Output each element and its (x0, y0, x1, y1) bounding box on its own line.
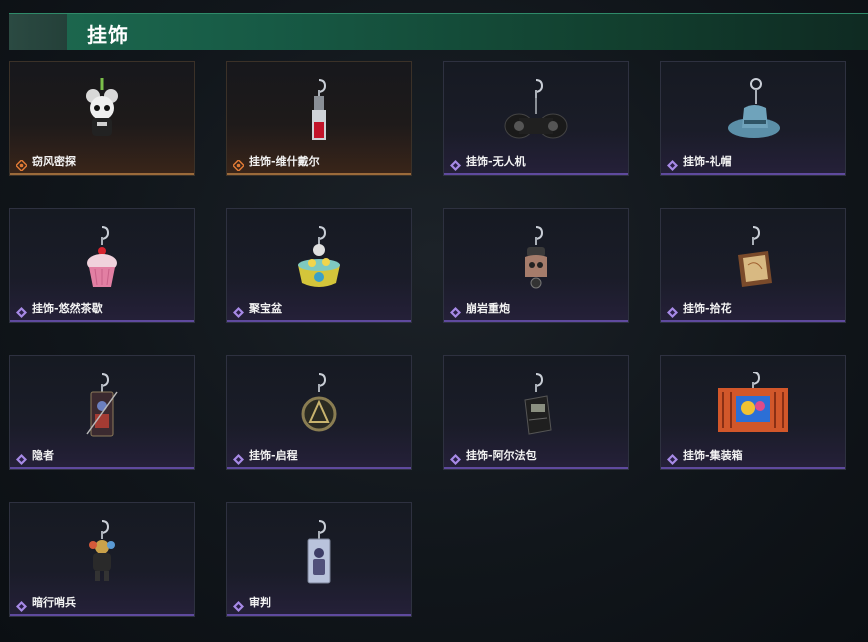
charm-card[interactable]: 挂饰-阿尔法包 (443, 355, 629, 470)
rarity-diamond-icon (233, 303, 244, 318)
rarity-diamond-icon (233, 597, 244, 612)
charm-card[interactable]: 隐者 (9, 355, 195, 470)
rarity-underline (227, 320, 411, 322)
rarity-underline (10, 467, 194, 469)
charm-label: 挂饰-拾花 (683, 302, 732, 315)
top-hat-charm-icon (708, 78, 798, 144)
charm-card[interactable]: 审判 (226, 502, 412, 617)
header-notch (9, 14, 67, 50)
rarity-underline (10, 320, 194, 322)
charm-label: 挂饰-阿尔法包 (466, 449, 537, 462)
rarity-diamond-icon (14, 156, 29, 173)
charm-label: 隐者 (32, 449, 54, 462)
cupcake-charm-icon (57, 225, 147, 291)
rarity-underline (227, 614, 411, 616)
rarity-diamond-icon (16, 303, 27, 318)
rarity-underline (10, 173, 194, 175)
charm-label: 挂饰-无人机 (466, 155, 526, 168)
charm-label: 挂饰-启程 (249, 449, 298, 462)
charm-label: 挂饰-集装箱 (683, 449, 743, 462)
charm-card[interactable]: 崩岩重炮 (443, 208, 629, 323)
charm-label: 聚宝盆 (249, 302, 282, 315)
charm-card[interactable]: 挂饰-拾花 (660, 208, 846, 323)
rarity-underline (444, 173, 628, 175)
rarity-underline (661, 173, 845, 175)
charm-card[interactable]: 挂饰-启程 (226, 355, 412, 470)
rarity-diamond-icon (667, 303, 678, 318)
charm-card[interactable]: 挂饰-维什戴尔 (226, 61, 412, 176)
section-header: 挂饰 (9, 13, 868, 50)
charm-label: 窃风密探 (32, 155, 76, 168)
red-lantern-charm-icon (274, 78, 364, 144)
rarity-underline (227, 173, 411, 175)
charm-card[interactable]: 聚宝盆 (226, 208, 412, 323)
charm-card[interactable]: 暗行哨兵 (9, 502, 195, 617)
charm-label: 挂饰-悠然茶歇 (32, 302, 103, 315)
treasure-bowl-charm-icon (274, 225, 364, 291)
charm-card[interactable]: 挂饰-礼帽 (660, 61, 846, 176)
card-tag-charm-icon (274, 519, 364, 585)
picture-frame-charm-icon (708, 225, 798, 291)
rarity-underline (661, 320, 845, 322)
tarot-card-charm-icon (57, 372, 147, 438)
rarity-underline (661, 467, 845, 469)
rarity-diamond-icon (16, 450, 27, 465)
container-charm-icon (708, 371, 798, 438)
spy-mouse-charm-icon (57, 78, 147, 144)
charm-card[interactable]: 挂饰-集装箱 (660, 355, 846, 470)
section-title: 挂饰 (87, 23, 129, 47)
charm-card[interactable]: 窃风密探 (9, 61, 195, 176)
charm-card[interactable]: 挂饰-悠然茶歇 (9, 208, 195, 323)
rarity-underline (10, 614, 194, 616)
robot-cannon-charm-icon (491, 225, 581, 291)
rarity-diamond-icon (450, 450, 461, 465)
rarity-diamond-icon (233, 450, 244, 465)
pouch-charm-icon (491, 372, 581, 438)
round-badge-charm-icon (274, 372, 364, 438)
rarity-underline (444, 467, 628, 469)
rarity-underline (227, 467, 411, 469)
rarity-underline (444, 320, 628, 322)
rarity-diamond-icon (667, 450, 678, 465)
sentinel-figure-charm-icon (57, 519, 147, 585)
drone-charm-icon (491, 78, 581, 144)
charm-label: 暗行哨兵 (32, 596, 76, 609)
charm-label: 崩岩重炮 (466, 302, 510, 315)
rarity-diamond-icon (450, 156, 461, 171)
charm-label: 审判 (249, 596, 271, 609)
charm-label: 挂饰-礼帽 (683, 155, 732, 168)
rarity-diamond-icon (231, 156, 246, 173)
rarity-diamond-icon (450, 303, 461, 318)
rarity-diamond-icon (16, 597, 27, 612)
charm-card[interactable]: 挂饰-无人机 (443, 61, 629, 176)
charm-label: 挂饰-维什戴尔 (249, 155, 320, 168)
rarity-diamond-icon (667, 156, 678, 171)
